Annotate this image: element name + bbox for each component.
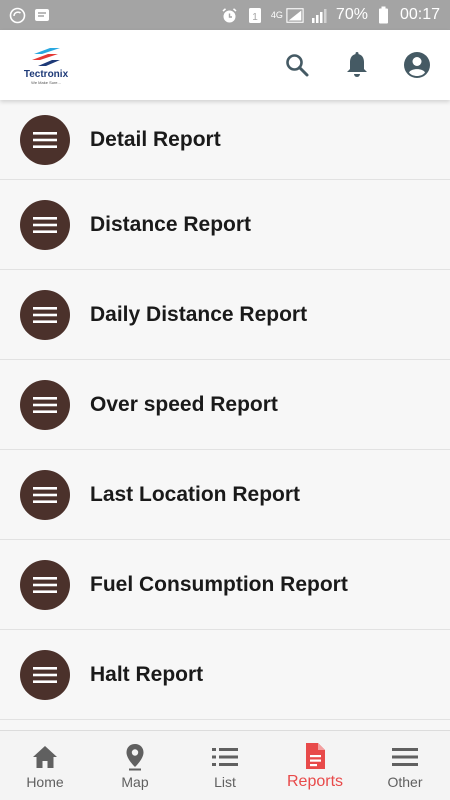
report-list: Detail Report Distance Report Daily Dist… xyxy=(0,100,450,730)
nav-item-other[interactable]: Other xyxy=(360,731,450,800)
sim-label: 1 xyxy=(252,12,258,23)
list-icon xyxy=(212,742,238,772)
clock-time: 00:17 xyxy=(399,6,440,23)
report-file-icon xyxy=(304,741,326,771)
nav-item-reports[interactable]: Reports xyxy=(270,731,360,800)
network-label: 4G xyxy=(270,9,283,20)
menu-icon xyxy=(392,742,418,772)
menu-icon xyxy=(20,289,70,340)
status-bar: 1 4G 70% 00:17 xyxy=(0,0,450,30)
logo-tagline: We Make Sure... xyxy=(31,79,61,85)
nav-label: Home xyxy=(26,773,64,790)
nav-label: Reports xyxy=(286,772,344,790)
report-item-over-speed[interactable]: Over speed Report xyxy=(0,360,450,450)
sim-icon: 1 xyxy=(246,6,264,24)
nav-label: Other xyxy=(387,773,423,790)
account-button[interactable] xyxy=(400,48,434,82)
nav-item-map[interactable]: Map xyxy=(90,731,180,800)
logo-text: Tectronix xyxy=(23,68,69,80)
message-icon xyxy=(33,6,51,24)
report-item-distance[interactable]: Distance Report xyxy=(0,180,450,270)
report-label: Halt Report xyxy=(90,662,204,686)
menu-icon xyxy=(20,199,70,250)
signal-icon xyxy=(286,6,304,24)
alarm-icon xyxy=(221,6,239,24)
report-item-daily-distance[interactable]: Daily Distance Report xyxy=(0,270,450,360)
report-label: Last Location Report xyxy=(90,482,301,506)
account-icon xyxy=(404,52,430,78)
menu-icon xyxy=(20,114,70,165)
bottom-nav: Home Map List Reports Other xyxy=(0,730,450,800)
app-bar: Tectronix We Make Sure... xyxy=(0,30,450,100)
status-right: 1 4G 70% 00:17 xyxy=(221,6,440,24)
brand-logo: Tectronix We Make Sure... xyxy=(20,46,72,85)
menu-icon xyxy=(20,559,70,610)
nav-item-home[interactable]: Home xyxy=(0,731,90,800)
signal-weak-icon xyxy=(311,6,329,24)
sync-icon xyxy=(8,6,26,24)
report-label: Fuel Consumption Report xyxy=(90,572,348,596)
report-label: Daily Distance Report xyxy=(90,302,308,326)
nav-label: List xyxy=(214,773,236,790)
battery-percent: 70% xyxy=(335,6,368,23)
nav-item-list[interactable]: List xyxy=(180,731,270,800)
menu-icon xyxy=(20,379,70,430)
report-item-last-location[interactable]: Last Location Report xyxy=(0,450,450,540)
nav-label: Map xyxy=(121,773,149,790)
map-pin-icon xyxy=(125,742,145,772)
menu-icon xyxy=(20,469,70,520)
report-item-detail[interactable]: Detail Report xyxy=(0,100,450,180)
bell-icon xyxy=(347,52,367,77)
report-label: Over speed Report xyxy=(90,392,278,416)
status-left xyxy=(8,6,51,24)
report-item-fuel-consumption[interactable]: Fuel Consumption Report xyxy=(0,540,450,630)
battery-icon xyxy=(375,6,393,24)
search-icon xyxy=(286,54,309,77)
report-label: Detail Report xyxy=(90,127,221,151)
report-label: Distance Report xyxy=(90,212,252,236)
report-item-halt[interactable]: Halt Report xyxy=(0,630,450,720)
notifications-button[interactable] xyxy=(340,48,374,82)
home-icon xyxy=(32,742,58,772)
menu-icon xyxy=(20,649,70,700)
logo-mark-icon xyxy=(32,47,60,66)
search-button[interactable] xyxy=(280,48,314,82)
app-actions xyxy=(280,48,434,82)
